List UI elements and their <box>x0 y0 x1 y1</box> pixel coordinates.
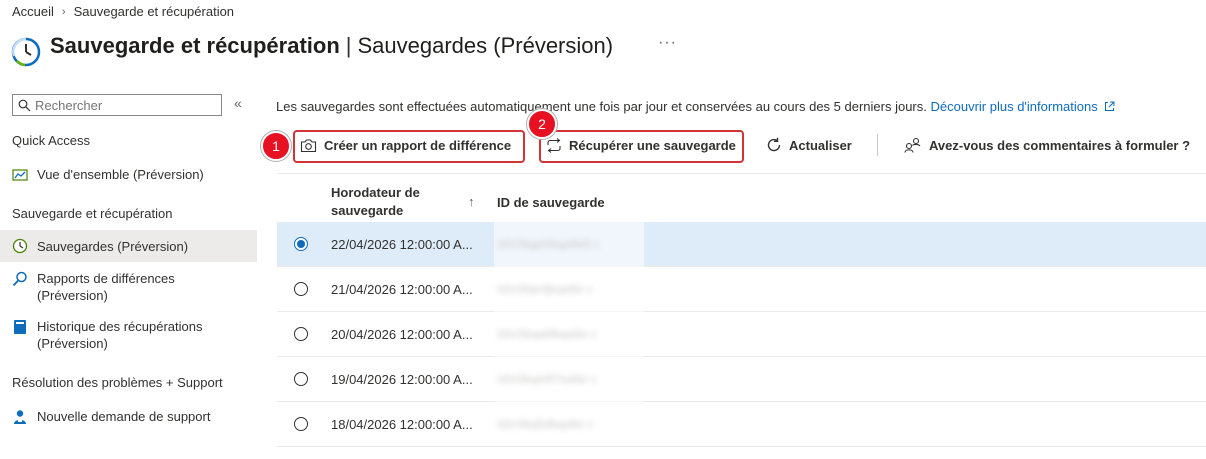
overview-icon <box>12 169 28 181</box>
grid-divider <box>277 173 1206 174</box>
breadcrumb-current[interactable]: Sauvegarde et récupération <box>74 4 234 19</box>
sidebar-item-label: Vue d'ensemble (Préversion) <box>37 167 204 182</box>
restore-backup-button[interactable]: Récupérer une sauvegarde <box>546 135 736 155</box>
create-diff-label: Créer un rapport de différence <box>324 137 512 153</box>
row-timestamp: 21/04/2026 12:00:00 A... <box>331 281 473 297</box>
description-text: Les sauvegardes sont effectuées automati… <box>276 99 1115 114</box>
sidebar-item-label: Nouvelle demande de support <box>37 409 211 424</box>
external-link-icon <box>1105 101 1115 111</box>
table-row[interactable]: 21/04/2026 12:00:00 A... b0c0fqe4jbqa6e … <box>277 267 1206 312</box>
search-report-icon <box>12 271 27 287</box>
page-title: Sauvegarde et récupération | Sauvegardes (… <box>50 33 613 59</box>
sidebar-item-new-support[interactable]: Nouvelle demande de support <box>0 408 257 425</box>
description-body: Les sauvegardes sont effectuées automati… <box>276 99 927 114</box>
create-diff-report-button[interactable]: Créer un rapport de différence <box>300 135 511 155</box>
sidebar-item-label: Rapports de différences (Préversion) <box>37 271 175 303</box>
learn-more-link[interactable]: Découvrir plus d'informations <box>931 99 1116 114</box>
breadcrumb: Accueil › Sauvegarde et récupération <box>12 4 234 19</box>
table-row[interactable]: 19/04/2026 12:00:00 A... b0c0bqe8f7ea6e … <box>277 357 1206 402</box>
support-person-icon <box>14 410 26 424</box>
restore-arrows-icon <box>547 137 561 153</box>
row-timestamp: 22/04/2026 12:00:00 A... <box>331 236 473 252</box>
camera-icon <box>300 138 317 152</box>
toolbar-divider <box>877 134 878 156</box>
sidebar-item-restore-history[interactable]: Historique des récupérations (Préversion… <box>0 318 257 352</box>
table-row[interactable]: 18/04/2026 12:00:00 A... b0c0bq5dbqa6e c <box>277 402 1206 447</box>
sidebar-item-overview[interactable]: Vue d'ensemble (Préversion) <box>0 166 257 183</box>
page-title-main: Sauvegarde et récupération <box>50 33 340 58</box>
column-header-timestamp[interactable]: Horodateur de sauvegarde <box>331 184 451 220</box>
sidebar-item-backups[interactable]: Sauvegardes (Préversion) <box>0 230 257 262</box>
clock-icon <box>12 238 28 254</box>
learn-more-label: Découvrir plus d'informations <box>930 99 1098 114</box>
section-quick-access: Quick Access <box>12 133 91 148</box>
page-title-sub: Sauvegardes (Préversion) <box>357 33 614 58</box>
title-divider: | <box>345 33 352 58</box>
row-timestamp: 20/04/2026 12:00:00 A... <box>331 326 473 342</box>
row-radio-button[interactable] <box>294 282 308 296</box>
row-timestamp: 19/04/2026 12:00:00 A... <box>331 371 473 387</box>
table-row[interactable]: 20/04/2026 12:00:00 A... b0c0bqa6fbqa6e … <box>277 312 1206 357</box>
search-icon <box>18 99 31 111</box>
redaction-blur <box>494 216 644 446</box>
row-radio-button[interactable] <box>294 237 308 251</box>
row-radio-button[interactable] <box>294 372 308 386</box>
section-troubleshooting: Résolution des problèmes + Support <box>12 375 223 390</box>
row-timestamp: 18/04/2026 12:00:00 A... <box>331 416 473 432</box>
feedback-people-icon <box>904 137 921 153</box>
restore-label: Récupérer une sauvegarde <box>569 137 736 153</box>
sort-ascending-icon[interactable]: ↑ <box>468 194 475 209</box>
refresh-button[interactable]: Actualiser <box>766 135 852 155</box>
refresh-label: Actualiser <box>789 137 852 153</box>
sidebar-search[interactable] <box>12 94 222 116</box>
feedback-button[interactable]: Avez-vous des commentaires à formuler ? <box>904 135 1190 155</box>
chevron-right-icon: › <box>61 5 66 18</box>
breadcrumb-home[interactable]: Accueil <box>12 4 54 19</box>
feedback-label: Avez-vous des commentaires à formuler ? <box>929 137 1191 153</box>
search-input[interactable] <box>31 96 217 114</box>
step-badge-2: 2 <box>527 109 557 139</box>
history-book-icon <box>14 320 26 334</box>
sidebar-item-diff-reports[interactable]: Rapports de différences (Préversion) <box>0 270 257 304</box>
section-backup-restore: Sauvegarde et récupération <box>12 206 173 221</box>
collapse-sidebar-icon[interactable]: « <box>234 95 242 111</box>
refresh-icon <box>767 137 781 152</box>
sidebar-item-label: Historique des récupérations (Préversion… <box>37 319 203 351</box>
row-radio-button[interactable] <box>294 417 308 431</box>
more-options-icon[interactable]: ··· <box>658 34 677 52</box>
table-row[interactable]: 22/04/2026 12:00:00 A... b0c0bge0bqa9e6 … <box>277 222 1206 267</box>
step-badge-1: 1 <box>261 131 291 161</box>
row-radio-button[interactable] <box>294 327 308 341</box>
clock-icon <box>10 36 42 68</box>
column-header-backup-id[interactable]: ID de sauvegarde <box>497 194 605 212</box>
sidebar-item-label: Sauvegardes (Préversion) <box>37 238 189 254</box>
